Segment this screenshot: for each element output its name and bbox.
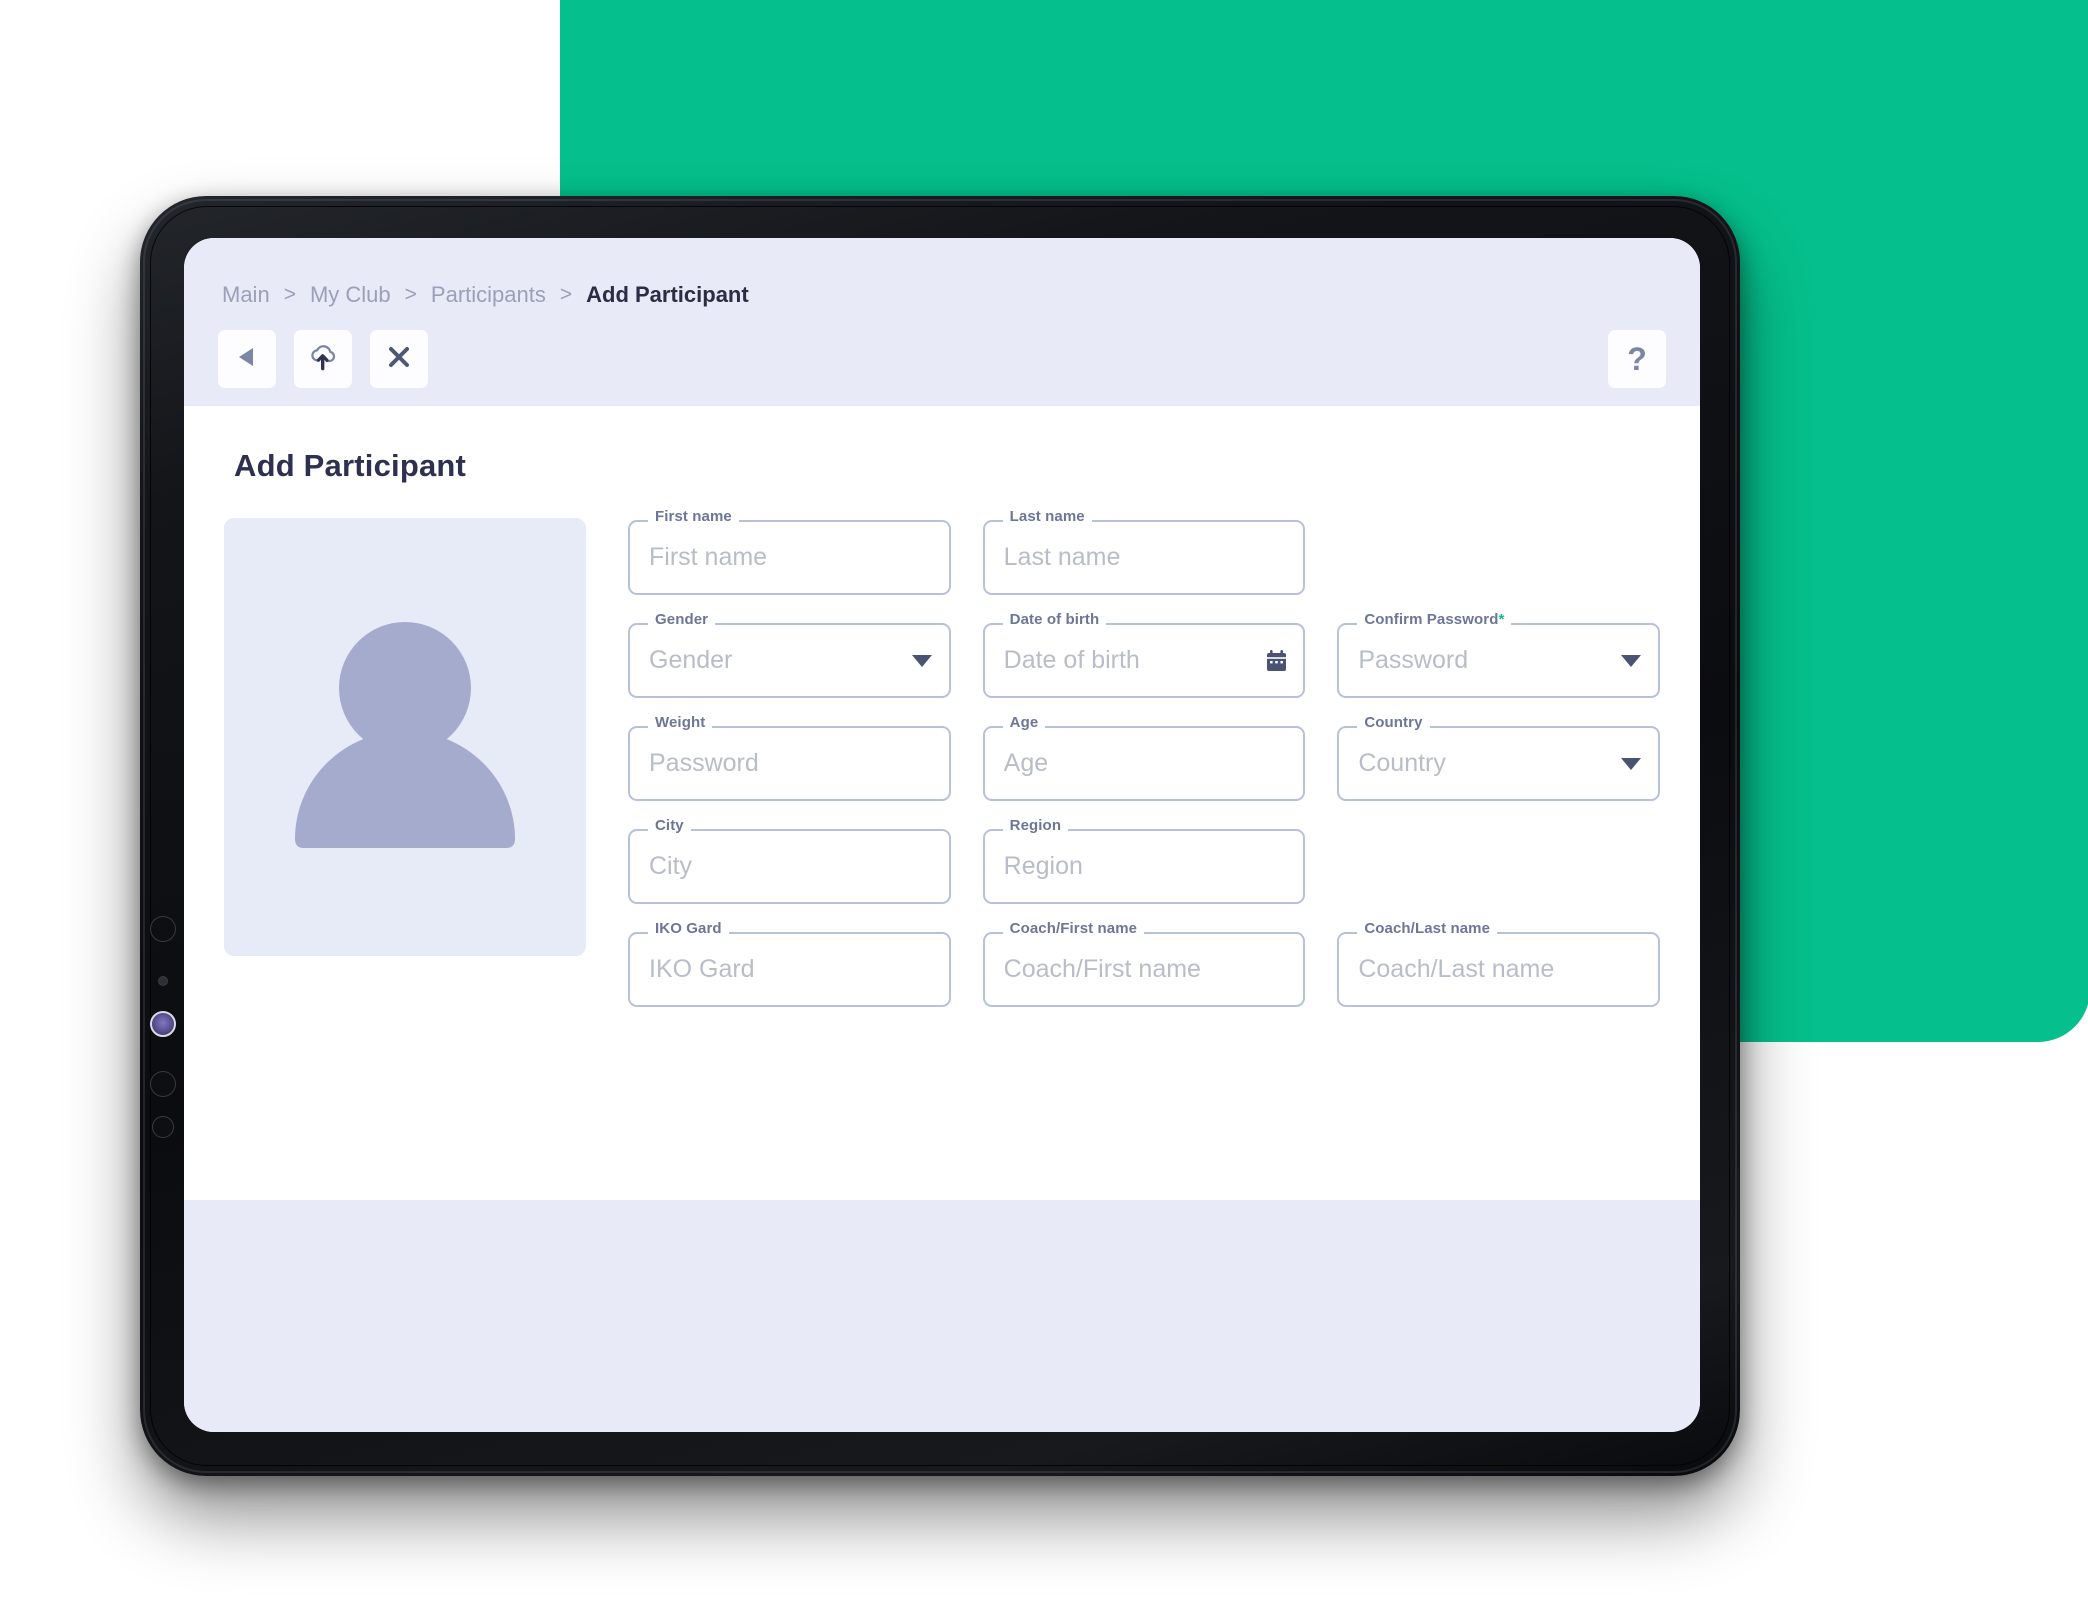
app-header: Main > My Club > Participants > Add Part… (184, 238, 1700, 406)
region-input[interactable] (982, 829, 1306, 904)
question-mark-icon: ? (1627, 341, 1647, 377)
bezel-sensor-tertiary-icon (152, 1116, 174, 1138)
breadcrumb-item-my-club[interactable]: My Club (310, 282, 391, 308)
field-weight[interactable]: Weight (628, 714, 951, 801)
field-last-name[interactable]: Last name (982, 508, 1306, 595)
breadcrumb-item-participants[interactable]: Participants (431, 282, 546, 308)
field-coach-last-name[interactable]: Coach/Last name (1337, 920, 1660, 1007)
close-icon (386, 344, 412, 375)
required-asterisk-icon: * (1498, 611, 1505, 628)
age-input[interactable] (982, 726, 1306, 801)
back-arrow-icon (234, 344, 260, 375)
bezel-camera-icon (150, 1011, 176, 1037)
field-region[interactable]: Region (982, 817, 1306, 904)
field-label-first-name: First name (648, 508, 739, 525)
page-title: Add Participant (234, 448, 467, 483)
last-name-input[interactable] (982, 520, 1306, 595)
date-of-birth-input[interactable] (982, 623, 1306, 698)
calendar-icon[interactable] (1266, 649, 1287, 672)
participant-form: First name Last name Gender (628, 508, 1660, 1007)
field-city[interactable]: City (628, 817, 951, 904)
field-label-date-of-birth: Date of birth (1002, 611, 1107, 628)
field-iko-gard[interactable]: IKO Gard (628, 920, 951, 1007)
chevron-down-icon[interactable] (911, 654, 933, 668)
field-label-coach-last-name: Coach/Last name (1357, 920, 1498, 937)
field-label-gender: Gender (648, 611, 716, 628)
breadcrumb-separator-icon: > (283, 283, 296, 306)
bezel-microphone-icon (158, 976, 168, 986)
field-label-iko-gard: IKO Gard (648, 920, 729, 937)
cloud-upload-icon (308, 343, 338, 376)
breadcrumb-item-add-participant: Add Participant (586, 282, 749, 307)
field-label-city: City (648, 817, 691, 834)
back-button[interactable] (218, 330, 276, 388)
breadcrumb-item-main[interactable]: Main (222, 282, 270, 308)
bezel-sensor-secondary-icon (150, 1071, 176, 1097)
breadcrumb-separator-icon: > (559, 283, 573, 306)
field-country[interactable]: Country (1337, 714, 1660, 801)
tablet-device: Main > My Club > Participants > Add Part… (140, 196, 1740, 1476)
tablet-screen: Main > My Club > Participants > Add Part… (184, 238, 1700, 1432)
field-label-coach-first-name: Coach/First name (1002, 920, 1145, 937)
country-select[interactable] (1337, 726, 1660, 801)
coach-first-name-input[interactable] (982, 932, 1306, 1007)
avatar-upload-area[interactable] (224, 518, 586, 956)
city-input[interactable] (628, 829, 951, 904)
chevron-down-icon[interactable] (1620, 757, 1642, 771)
field-first-name[interactable]: First name (628, 508, 951, 595)
field-label-weight: Weight (648, 714, 713, 731)
confirm-password-select[interactable] (1337, 623, 1660, 698)
field-coach-first-name[interactable]: Coach/First name (982, 920, 1306, 1007)
close-button[interactable] (370, 330, 428, 388)
field-label-region: Region (1002, 817, 1069, 834)
upload-button[interactable] (294, 330, 352, 388)
app-body: Add Participant First name First name La… (184, 406, 1700, 1174)
field-date-of-birth[interactable]: Date of birth (982, 611, 1306, 698)
toolbar: ? (218, 330, 1666, 388)
coach-last-name-input[interactable] (1337, 932, 1660, 1007)
chevron-down-icon[interactable] (1620, 654, 1642, 668)
field-label-age: Age (1002, 714, 1046, 731)
field-confirm-password[interactable]: Confirm Password* (1337, 611, 1660, 698)
app-footer (184, 1200, 1700, 1432)
weight-input[interactable] (628, 726, 951, 801)
form-content-row: First name Last name Gender (224, 508, 1660, 1007)
field-age[interactable]: Age (982, 714, 1306, 801)
help-button[interactable]: ? (1608, 330, 1666, 388)
bezel-sensor-icon (150, 916, 176, 942)
field-label-last-name: Last name (1002, 508, 1092, 525)
field-gender[interactable]: Gender (628, 611, 951, 698)
breadcrumb-separator-icon: > (404, 283, 417, 306)
gender-select[interactable] (628, 623, 951, 698)
field-label-country: Country (1357, 714, 1430, 731)
first-name-input[interactable] (628, 520, 951, 595)
iko-gard-input[interactable] (628, 932, 951, 1007)
person-placeholder-icon (260, 590, 550, 885)
field-label-confirm-password: Confirm Password* (1357, 611, 1512, 628)
breadcrumb: Main > My Club > Participants > Add Part… (218, 282, 1666, 308)
